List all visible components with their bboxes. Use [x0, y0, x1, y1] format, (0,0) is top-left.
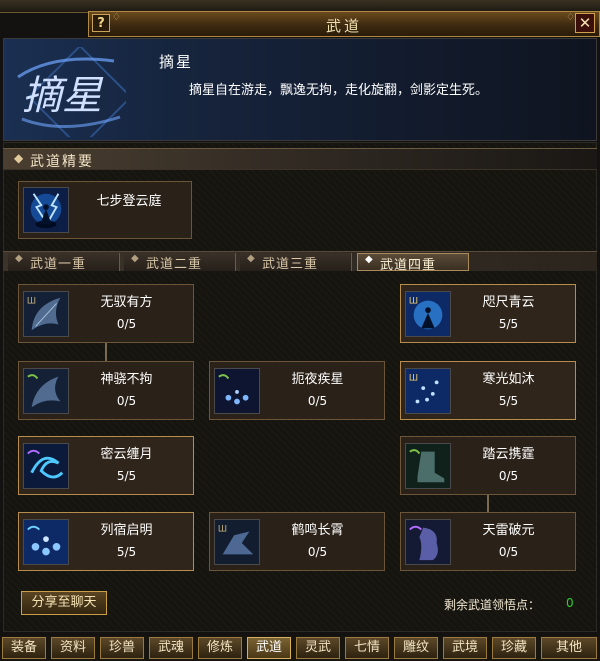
skill-emblem-icon: 摘星	[17, 47, 126, 137]
tab-tier-2[interactable]: ◆ 武道二重	[124, 253, 236, 272]
emblem-text: 摘星	[22, 73, 104, 119]
skill-name: 天雷破元	[482, 523, 535, 538]
skill-progress: 5/5	[116, 469, 137, 483]
corner-ornament: ♢	[112, 12, 121, 23]
essence-skill-slot[interactable]: 七步登云庭	[18, 181, 192, 239]
skill-name: 摘星	[159, 53, 194, 71]
skill-name: 无驭有方	[100, 295, 153, 310]
svg-text:Ш: Ш	[409, 373, 418, 383]
skill-name: 踏云携霆	[482, 447, 535, 462]
boot-icon	[405, 443, 451, 489]
skill-slot-s10[interactable]: 天雷破元 0/5	[400, 512, 576, 571]
bottom-tab-martial-way[interactable]: 武道	[247, 637, 291, 659]
window-title: 武道	[325, 17, 362, 35]
skill-header: 摘星 摘星 摘星自在游走，飘逸无拘，走化旋翻，剑影定生死。	[3, 38, 597, 141]
skill-connector	[105, 343, 107, 361]
bottom-tab-collection[interactable]: 珍藏	[492, 637, 536, 659]
skill-progress: 0/5	[307, 394, 328, 408]
bottom-tab-soul[interactable]: 武魂	[149, 637, 193, 659]
skill-slot-s6[interactable]: 密云缠月 5/5	[18, 436, 194, 495]
star-orbs-icon	[214, 368, 260, 414]
skill-slot-s2[interactable]: Ш 咫尺青云 5/5	[400, 284, 576, 343]
skill-progress: 5/5	[498, 317, 519, 331]
tab-tier-1[interactable]: ◆ 武道一重	[8, 253, 120, 272]
wing-icon	[23, 368, 69, 414]
skill-progress: 0/5	[498, 545, 519, 559]
remaining-points-value: 0	[566, 596, 574, 610]
skill-name: 咫尺青云	[482, 295, 535, 310]
bottom-tab-realm[interactable]: 武境	[443, 637, 487, 659]
diamond-icon: ◆	[14, 151, 24, 165]
skill-slot-s5[interactable]: Ш 寒光如沐 5/5	[400, 361, 576, 420]
essence-skill-name: 七步登云庭	[96, 194, 162, 209]
skill-name: 鹤鸣长霄	[291, 523, 344, 538]
meditation-glow-icon: Ш	[405, 291, 451, 337]
skill-progress: 5/5	[116, 545, 137, 559]
bottom-tab-profile[interactable]: 资料	[51, 637, 95, 659]
svg-text:Ш: Ш	[409, 296, 418, 306]
wing-icon: Ш	[23, 291, 69, 337]
svg-text:Ш: Ш	[218, 524, 227, 534]
skill-progress: 5/5	[498, 394, 519, 408]
bottom-tab-other[interactable]: 其他	[541, 637, 597, 659]
skill-description: 摘星自在游走，飘逸无拘，走化旋翻，剑影定生死。	[189, 83, 489, 98]
essence-section-title: 武道精要	[30, 154, 94, 170]
skill-progress: 0/5	[116, 394, 137, 408]
skill-name: 寒光如沐	[482, 372, 535, 387]
bottom-tab-pet[interactable]: 珍兽	[100, 637, 144, 659]
svg-text:Ш: Ш	[27, 296, 36, 306]
skill-name: 神骁不拘	[100, 372, 153, 387]
cloak-icon	[405, 519, 451, 565]
skill-progress: 0/5	[498, 469, 519, 483]
bottom-tab-emotions[interactable]: 七情	[345, 637, 389, 659]
meditation-lightning-icon	[23, 187, 69, 233]
tab-tier-4[interactable]: ◆ 武道四重	[357, 253, 469, 273]
help-button[interactable]: ?	[92, 14, 110, 32]
skill-slot-s7[interactable]: 踏云携霆 0/5	[400, 436, 576, 495]
skill-connector	[487, 494, 489, 512]
tab-tier-3[interactable]: ◆ 武道三重	[240, 253, 352, 272]
share-to-chat-button[interactable]: 分享至聊天	[21, 591, 107, 615]
skill-name: 密云缠月	[100, 447, 153, 462]
title-bar: 武道	[88, 11, 600, 37]
corner-ornament: ♢	[566, 12, 575, 23]
bottom-tab-spirit-weapon[interactable]: 灵武	[296, 637, 340, 659]
skill-slot-s4[interactable]: 扼夜疾星 0/5	[209, 361, 385, 420]
skill-slot-s9[interactable]: Ш 鹤鸣长霄 0/5	[209, 512, 385, 571]
star-orbs-icon	[23, 519, 69, 565]
skill-progress: 0/5	[116, 317, 137, 331]
bottom-tab-equipment[interactable]: 装备	[2, 637, 46, 659]
skill-name: 扼夜疾星	[291, 372, 344, 387]
skill-slot-s1[interactable]: Ш 无驭有方 0/5	[18, 284, 194, 343]
close-button[interactable]: ✕	[575, 13, 595, 33]
skill-slot-s3[interactable]: 神骁不拘 0/5	[18, 361, 194, 420]
sparkle-rain-icon: Ш	[405, 368, 451, 414]
bottom-tab-engraving[interactable]: 雕纹	[394, 637, 438, 659]
bottom-tab-cultivation[interactable]: 修炼	[198, 637, 242, 659]
swirl-icon	[23, 443, 69, 489]
crane-icon: Ш	[214, 519, 260, 565]
skill-name: 列宿启明	[100, 523, 153, 538]
remaining-points-label: 剩余武道领悟点：	[444, 598, 541, 612]
skill-progress: 0/5	[307, 545, 328, 559]
essence-section-header: ◆ 武道精要	[3, 148, 597, 170]
skill-slot-s8[interactable]: 列宿启明 5/5	[18, 512, 194, 571]
